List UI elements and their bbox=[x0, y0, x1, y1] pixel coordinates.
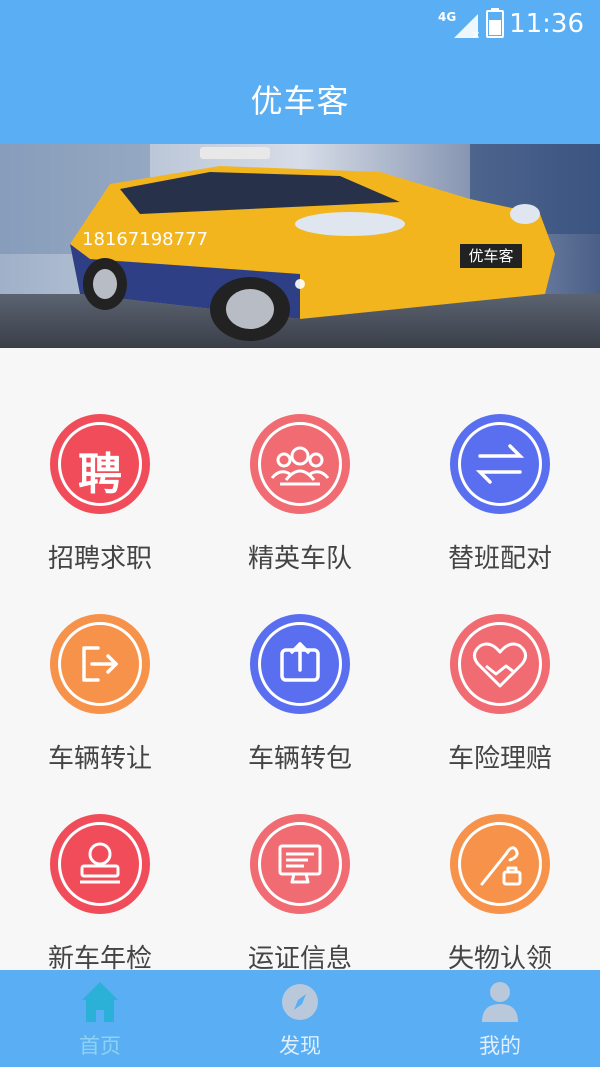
grid-item-hiring[interactable]: 聘 招聘求职 bbox=[0, 348, 200, 574]
clock: 11:36 bbox=[509, 9, 584, 39]
grid-item-transfer[interactable]: 车辆转让 bbox=[0, 548, 200, 774]
carousel-indicator[interactable] bbox=[295, 279, 305, 289]
tab-label: 发现 bbox=[279, 1034, 321, 1058]
banner-plate: 优车客 bbox=[468, 247, 513, 265]
monitor-icon bbox=[250, 814, 350, 914]
grid-item-team[interactable]: 精英车队 bbox=[200, 348, 400, 574]
person-icon bbox=[480, 980, 520, 1028]
battery-icon bbox=[486, 8, 504, 42]
grid-item-swap[interactable]: 替班配对 bbox=[400, 348, 600, 574]
hiring-icon: 聘 bbox=[50, 414, 150, 514]
handshake-heart-icon bbox=[450, 614, 550, 714]
grid-item-insurance[interactable]: 车险理赔 bbox=[400, 548, 600, 774]
tab-label: 首页 bbox=[79, 1034, 121, 1058]
tab-home[interactable]: 首页 bbox=[0, 970, 200, 1067]
home-icon bbox=[80, 980, 120, 1028]
svg-text:×: × bbox=[472, 30, 480, 40]
tab-mine[interactable]: 我的 bbox=[400, 970, 600, 1067]
lost-item-icon bbox=[450, 814, 550, 914]
grid-item-permit[interactable]: 运证信息 bbox=[200, 748, 400, 974]
banner-image[interactable]: 优车客 18167198777 bbox=[0, 144, 600, 348]
signal-icon: × bbox=[452, 12, 482, 44]
tab-label: 我的 bbox=[479, 1034, 521, 1058]
grid-item-inspection[interactable]: 新车年检 bbox=[0, 748, 200, 974]
share-icon bbox=[250, 614, 350, 714]
page-title: 优车客 bbox=[250, 82, 350, 120]
app-bar: 优车客 bbox=[0, 48, 600, 144]
grid-item-lost-found[interactable]: 失物认领 bbox=[400, 748, 600, 974]
feature-grid: 聘 招聘求职 精英车队 替班配对 车辆转让 车辆转包 车险理赔 新车年检 运证信… bbox=[0, 348, 600, 974]
banner-phone: 18167198777 bbox=[82, 229, 208, 250]
tab-discover[interactable]: 发现 bbox=[200, 970, 400, 1067]
grid-item-share[interactable]: 车辆转包 bbox=[200, 548, 400, 774]
status-bar: 4G × 11:36 bbox=[0, 0, 600, 48]
bottom-tab-bar: 首页 发现 我的 bbox=[0, 970, 600, 1067]
transfer-icon bbox=[50, 614, 150, 714]
stamp-icon bbox=[50, 814, 150, 914]
team-icon bbox=[250, 414, 350, 514]
compass-icon bbox=[280, 980, 320, 1028]
swap-icon bbox=[450, 414, 550, 514]
